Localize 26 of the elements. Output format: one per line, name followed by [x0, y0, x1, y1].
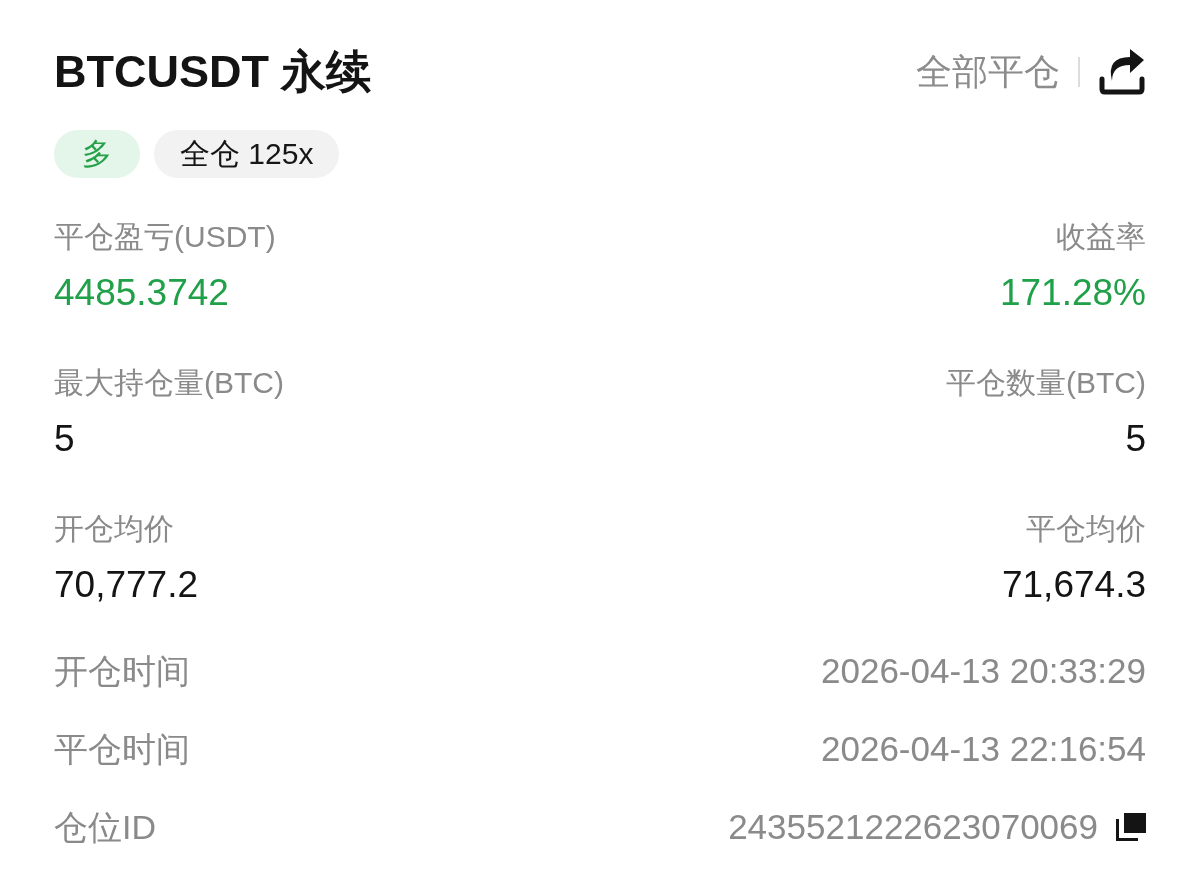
stat-label: 收益率 [1056, 219, 1146, 255]
stat-value: 171.28% [999, 271, 1146, 315]
copy-button[interactable] [1116, 813, 1146, 841]
stat-value: 71,674.3 [1001, 563, 1146, 607]
stat-value: 5 [1125, 417, 1146, 461]
stat-label: 平仓盈亏(USDT) [54, 219, 276, 255]
stat-label: 平仓数量(BTC) [946, 365, 1146, 401]
stat-value: 70,777.2 [54, 563, 199, 607]
page-title: BTCUSDT 永续 [54, 45, 372, 99]
stat-value: 4485.3742 [54, 271, 229, 315]
share-button[interactable] [1098, 49, 1146, 95]
detail-label: 仓位ID [54, 807, 156, 848]
stat-label: 最大持仓量(BTC) [54, 365, 284, 401]
detail-value: 2026-04-13 22:16:54 [821, 728, 1146, 770]
stat-label: 开仓均价 [54, 511, 174, 547]
detail-label: 平仓时间 [54, 729, 190, 770]
share-icon [1098, 49, 1146, 95]
close-all-link[interactable]: 全部平仓 [916, 50, 1060, 94]
stat-label: 平仓均价 [1026, 511, 1146, 547]
copy-icon [1116, 813, 1146, 841]
detail-value: 2435521222623070069 [728, 806, 1098, 848]
margin-tag: 全仓 125x [154, 130, 340, 178]
stat-value: 5 [54, 417, 75, 461]
side-tag: 多 [54, 130, 140, 178]
detail-value: 2026-04-13 20:33:29 [821, 650, 1146, 692]
detail-label: 开仓时间 [54, 651, 190, 692]
